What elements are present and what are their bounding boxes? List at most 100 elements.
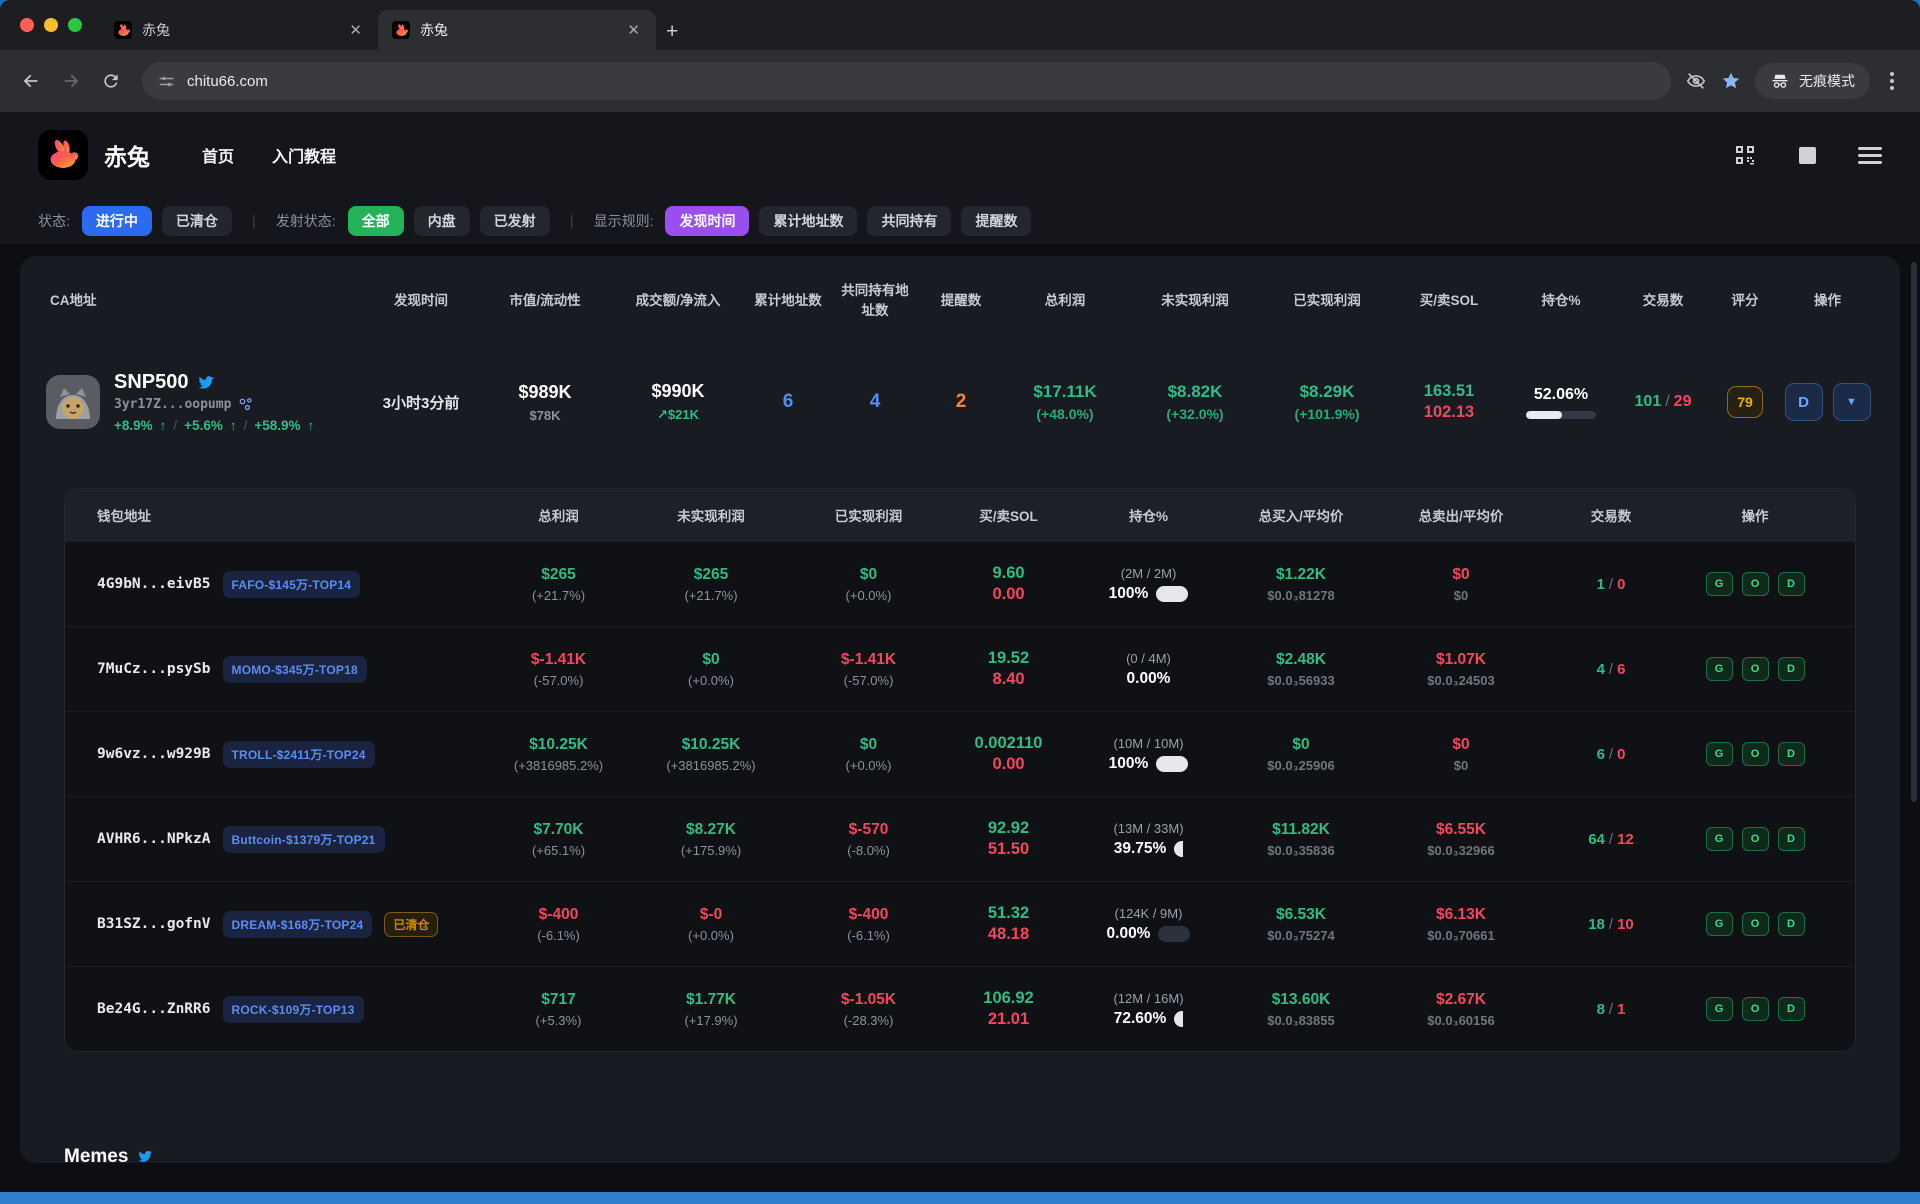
wallet-address[interactable]: B31SZ...gofnV: [97, 916, 211, 932]
back-button[interactable]: [14, 64, 48, 98]
qr-code-icon[interactable]: [1733, 143, 1757, 167]
app-header: 赤兔 首页 入门教程: [0, 112, 1920, 198]
token-dropdown-button[interactable]: ▼: [1833, 383, 1871, 421]
wallet-sell-total: $0: [1381, 736, 1541, 754]
wallet-action-g-button[interactable]: G: [1706, 742, 1733, 766]
next-token-partial-row[interactable]: Memes: [64, 1145, 1900, 1163]
wallet-row[interactable]: B31SZ...gofnV DREAM-$168万-TOP24 已清仓 $-40…: [65, 881, 1855, 966]
app-logo[interactable]: [38, 130, 88, 180]
wallet-total-profit-pct: (-6.1%): [491, 928, 626, 943]
token-position-badge[interactable]: Buttcoin-$1379万-TOP21: [223, 826, 385, 853]
separator: /: [1605, 831, 1617, 848]
forward-button[interactable]: [54, 64, 88, 98]
minimize-window-button[interactable]: [44, 18, 58, 32]
token-position-badge[interactable]: TROLL-$2411万-TOP24: [223, 741, 375, 768]
scrollbar-thumb[interactable]: [1911, 262, 1917, 802]
wallet-action-g-button[interactable]: G: [1706, 572, 1733, 596]
wallet-address[interactable]: Be24G...ZnRR6: [97, 1001, 211, 1017]
browser-tab-2-active[interactable]: 赤兔 ✕: [378, 10, 656, 50]
wallet-unrealized-pct: (+0.0%): [626, 673, 796, 688]
wallet-action-o-button[interactable]: O: [1742, 572, 1769, 596]
token-address[interactable]: 3yr17Z...oopump: [114, 397, 231, 412]
browser-window: 赤兔 ✕ 赤兔 ✕ + chitu66.com: [0, 0, 1920, 1192]
filter-sort-alerts[interactable]: 提醒数: [961, 206, 1031, 236]
filter-launch-inner[interactable]: 内盘: [414, 206, 470, 236]
token-position-badge[interactable]: ROCK-$109万-TOP13: [223, 996, 364, 1023]
token-row[interactable]: SNP500 3yr17Z...oopump +8.9%↑ /: [20, 346, 1900, 458]
bubble-map-icon[interactable]: [238, 397, 253, 412]
wallet-address[interactable]: 4G9bN...eivB5: [97, 576, 211, 592]
wallet-row[interactable]: 7MuCz...psySb MOMO-$345万-TOP18 $-1.41K (…: [65, 626, 1855, 711]
wallet-action-d-button[interactable]: D: [1778, 572, 1805, 596]
wallet-realized: $-400: [796, 906, 941, 924]
position-toggle[interactable]: [1156, 586, 1188, 602]
eye-off-icon[interactable]: [1685, 70, 1707, 92]
filter-sort-found-time[interactable]: 发现时间: [665, 206, 749, 236]
wallet-total-profit-pct: (+21.7%): [491, 588, 626, 603]
wallet-realized-pct: (-28.3%): [796, 1013, 941, 1028]
zoom-window-button[interactable]: [68, 18, 82, 32]
position-toggle[interactable]: [1174, 841, 1183, 857]
filter-launch-all[interactable]: 全部: [348, 206, 404, 236]
filter-sort-addr-count[interactable]: 累计地址数: [759, 206, 857, 236]
wallet-action-d-button[interactable]: D: [1778, 657, 1805, 681]
position-toggle[interactable]: [1174, 1011, 1183, 1027]
address-bar[interactable]: chitu66.com: [142, 62, 1671, 100]
filter-launch-launched[interactable]: 已发射: [480, 206, 550, 236]
bookmark-star-icon[interactable]: [1721, 71, 1741, 91]
wallet-action-o-button[interactable]: O: [1742, 742, 1769, 766]
wallet-action-g-button[interactable]: G: [1706, 912, 1733, 936]
filter-group-label: 状态:: [38, 211, 70, 231]
wallet-action-d-button[interactable]: D: [1778, 912, 1805, 936]
token-name[interactable]: SNP500: [114, 371, 189, 394]
wallet-action-o-button[interactable]: O: [1742, 657, 1769, 681]
wallet-action-o-button[interactable]: O: [1742, 827, 1769, 851]
token-position-badge[interactable]: MOMO-$345万-TOP18: [223, 656, 367, 683]
nav-home[interactable]: 首页: [202, 143, 234, 167]
twitter-icon[interactable]: [197, 373, 216, 392]
wallet-address[interactable]: 9w6vz...w929B: [97, 746, 211, 762]
wallet-position-pct: 0.00%: [1127, 670, 1171, 688]
wallet-buy-sol: 19.52: [941, 649, 1076, 668]
chrome-menu-icon[interactable]: [1884, 72, 1900, 90]
wallet-action-g-button[interactable]: G: [1706, 657, 1733, 681]
wallet-row[interactable]: 9w6vz...w929B TROLL-$2411万-TOP24 $10.25K…: [65, 711, 1855, 796]
alert-count: 2: [956, 391, 967, 412]
wallet-action-o-button[interactable]: O: [1742, 997, 1769, 1021]
token-action-d-button[interactable]: D: [1785, 383, 1823, 421]
site-info-icon[interactable]: [158, 73, 175, 90]
browser-tab-1[interactable]: 赤兔 ✕: [100, 10, 378, 50]
position-toggle[interactable]: [1156, 756, 1188, 772]
wallet-action-d-button[interactable]: D: [1778, 997, 1805, 1021]
filter-status-active[interactable]: 进行中: [82, 206, 152, 236]
wallet-action-d-button[interactable]: D: [1778, 742, 1805, 766]
filter-group-label: 显示规则:: [594, 211, 654, 231]
wallet-address[interactable]: 7MuCz...psySb: [97, 661, 211, 677]
wallet-address[interactable]: AVHR6...NPkzA: [97, 831, 211, 847]
stop-square-icon[interactable]: [1799, 147, 1816, 164]
wallet-row[interactable]: Be24G...ZnRR6 ROCK-$109万-TOP13 $717 (+5.…: [65, 966, 1855, 1051]
wallet-sell-total: $2.67K: [1381, 991, 1541, 1009]
twitter-icon[interactable]: [137, 1148, 154, 1163]
nav-tutorial[interactable]: 入门教程: [272, 143, 336, 167]
token-position-badge[interactable]: FAFO-$145万-TOP14: [223, 571, 361, 598]
wallet-row[interactable]: 4G9bN...eivB5 FAFO-$145万-TOP14 $265 (+21…: [65, 541, 1855, 626]
new-tab-button[interactable]: +: [656, 20, 692, 50]
close-tab-icon[interactable]: ✕: [623, 21, 644, 39]
reload-button[interactable]: [94, 64, 128, 98]
wallet-action-g-button[interactable]: G: [1706, 827, 1733, 851]
wallet-action-o-button[interactable]: O: [1742, 912, 1769, 936]
separator: /: [244, 418, 248, 433]
filter-sort-common-hold[interactable]: 共同持有: [867, 206, 951, 236]
wallet-row[interactable]: AVHR6...NPkzA Buttcoin-$1379万-TOP21 $7.7…: [65, 796, 1855, 881]
menu-icon[interactable]: [1858, 147, 1882, 164]
wallet-action-g-button[interactable]: G: [1706, 997, 1733, 1021]
filter-status-cleared[interactable]: 已清仓: [162, 206, 232, 236]
token-position-badge[interactable]: DREAM-$168万-TOP24: [223, 911, 373, 938]
close-window-button[interactable]: [20, 18, 34, 32]
wallet-realized: $-570: [796, 821, 941, 839]
position-toggle[interactable]: [1158, 926, 1190, 942]
close-tab-icon[interactable]: ✕: [345, 21, 366, 39]
wallet-action-d-button[interactable]: D: [1778, 827, 1805, 851]
buy-sol: 163.51: [1393, 382, 1505, 401]
